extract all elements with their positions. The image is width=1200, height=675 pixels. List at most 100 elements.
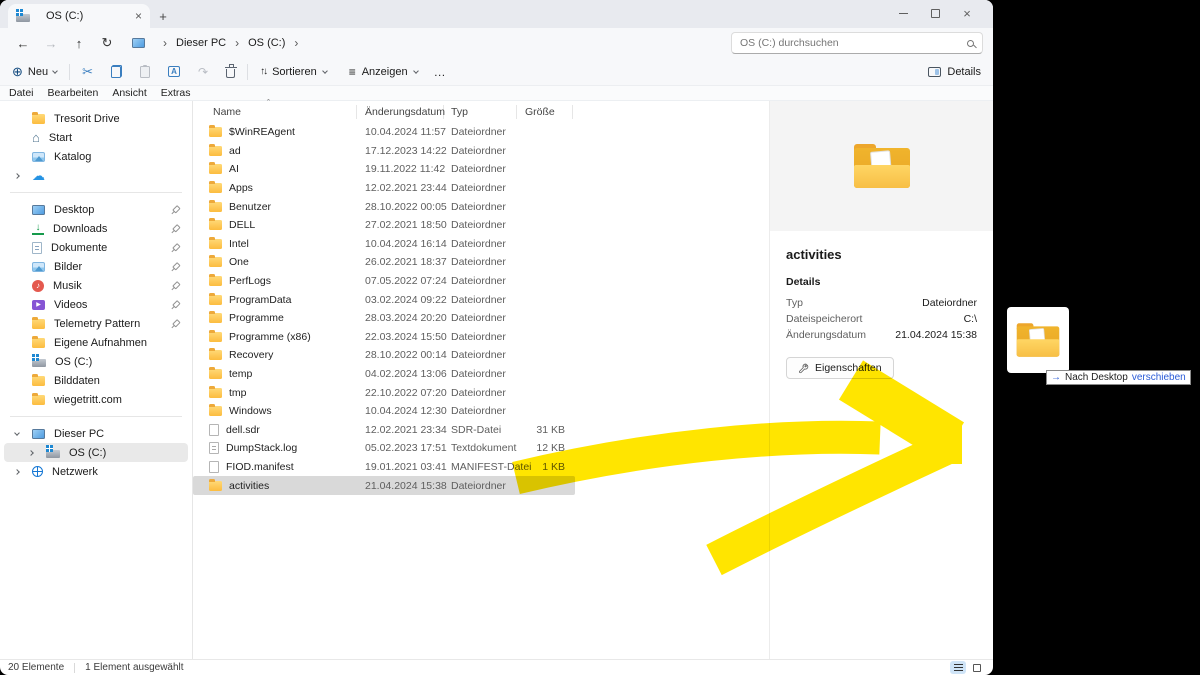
file-type-cell: Dateiordner [444, 349, 517, 361]
new-icon: ⊕ [12, 64, 23, 80]
up-button[interactable]: ↑ [66, 31, 92, 55]
sidebar-item-dieser-pc[interactable]: Dieser PC [4, 424, 188, 443]
file-name-cell: One [209, 256, 357, 268]
file-name-cell: FIOD.manifest [209, 461, 357, 473]
back-button[interactable]: ← [10, 31, 36, 55]
sidebar-item-tresorit-drive[interactable]: Tresorit Drive [4, 109, 188, 128]
table-row[interactable]: Apps12.02.2021 23:44Dateiordner [193, 179, 575, 198]
table-row[interactable]: Programme28.03.2024 20:20Dateiordner [193, 309, 575, 328]
breadcrumb-item[interactable]: OS (C:) [248, 37, 285, 49]
sidebar-item-desktop[interactable]: Desktop [4, 200, 188, 219]
new-button[interactable]: ⊕ Neu [12, 64, 57, 80]
file-type-cell: Dateiordner [444, 480, 517, 492]
icons-view-button[interactable] [969, 661, 985, 674]
maximize-button[interactable] [919, 0, 951, 26]
details-pane-toggle[interactable]: Details [928, 66, 981, 78]
chevron-down-icon [413, 68, 419, 74]
tab-close-icon[interactable]: × [135, 10, 142, 22]
delete-icon[interactable] [226, 69, 235, 78]
table-row[interactable]: Recovery28.10.2022 00:14Dateiordner [193, 346, 575, 365]
table-row[interactable]: ad17.12.2023 14:22Dateiordner [193, 142, 575, 161]
details-view-button[interactable] [950, 661, 966, 674]
search-input[interactable]: OS (C:) durchsuchen [740, 37, 961, 49]
table-row[interactable]: DELL27.02.2021 18:50Dateiordner [193, 216, 575, 235]
menu-item-bearbeiten[interactable]: Bearbeiten [41, 87, 106, 99]
table-row[interactable]: $WinREAgent10.04.2024 11:57Dateiordner [193, 123, 575, 142]
table-row[interactable]: One26.02.2021 18:37Dateiordner [193, 253, 575, 272]
search-box[interactable]: OS (C:) durchsuchen [731, 32, 983, 54]
column-header-date[interactable]: Änderungsdatum [357, 105, 444, 119]
view-button[interactable]: ≡ Anzeigen [349, 65, 418, 79]
table-row[interactable]: ProgramData03.02.2024 09:22Dateiordner [193, 290, 575, 309]
refresh-button[interactable]: ↻ [94, 31, 120, 55]
dragged-folder[interactable] [1007, 307, 1069, 373]
sidebar-item-cloud[interactable] [4, 166, 188, 185]
sidebar-item-dokumente[interactable]: Dokumente [4, 238, 188, 257]
sort-button[interactable]: ↑↓ Sortieren [260, 66, 327, 78]
file-rows: $WinREAgent10.04.2024 11:57Dateiordnerad… [193, 123, 769, 495]
sidebar-item-label: Dokumente [51, 242, 107, 254]
column-header-type[interactable]: Typ [444, 105, 517, 119]
column-header-size[interactable]: Größe [517, 105, 573, 119]
file-explorer-window: OS (C:) × + × ← → ↑ ↻ ›Dieser PC›OS (C:)… [0, 0, 993, 675]
file-name-cell: Windows [209, 405, 357, 417]
sidebar-item-musik[interactable]: Musik [4, 276, 188, 295]
menu-item-ansicht[interactable]: Ansicht [105, 87, 153, 99]
table-row[interactable]: activities21.04.2024 15:38Dateiordner [193, 476, 575, 495]
close-button[interactable]: × [951, 0, 983, 26]
table-row[interactable]: Programme (x86)22.03.2024 15:50Dateiordn… [193, 328, 575, 347]
folder-icon [209, 332, 222, 342]
menu-item-extras[interactable]: Extras [154, 87, 198, 99]
table-row[interactable]: FIOD.manifest19.01.2021 03:41MANIFEST-Da… [193, 458, 575, 477]
table-row[interactable]: Benutzer28.10.2022 00:05Dateiordner [193, 197, 575, 216]
tab-os-c[interactable]: OS (C:) × [8, 4, 150, 28]
forward-button[interactable]: → [38, 31, 64, 55]
minimize-button[interactable] [887, 0, 919, 26]
folder-icon [32, 338, 45, 348]
copy-icon[interactable] [111, 65, 122, 78]
folder-preview-icon [854, 144, 910, 188]
table-row[interactable]: Windows10.04.2024 12:30Dateiordner [193, 402, 575, 421]
sidebar-item-bilder[interactable]: Bilder [4, 257, 188, 276]
sidebar-item-label: Eigene Aufnahmen [54, 337, 147, 349]
move-arrow-icon: → [1051, 372, 1061, 383]
sidebar-item-katalog[interactable]: Katalog [4, 147, 188, 166]
sidebar-item-wiegetritt-com[interactable]: wiegetritt.com [4, 390, 188, 409]
table-row[interactable]: tmp22.10.2022 07:20Dateiordner [193, 383, 575, 402]
chevron-down-icon[interactable] [14, 430, 20, 436]
more-options-button[interactable]: … [434, 65, 447, 79]
sidebar-item-label: Bilddaten [54, 375, 100, 387]
sidebar-item-downloads[interactable]: Downloads [4, 219, 188, 238]
table-row[interactable]: dell.sdr12.02.2021 23:34SDR-Datei31 KB [193, 421, 575, 440]
sidebar-item-os-c-[interactable]: OS (C:) [4, 352, 188, 371]
breadcrumb-item[interactable]: Dieser PC [176, 37, 226, 49]
table-row[interactable]: Intel10.04.2024 16:14Dateiordner [193, 235, 575, 254]
sidebar-item-netzwerk[interactable]: Netzwerk [4, 462, 188, 481]
chevron-right-icon[interactable] [28, 450, 34, 456]
sidebar-item-eigene-aufnahmen[interactable]: Eigene Aufnahmen [4, 333, 188, 352]
sidebar-item-telemetry-pattern[interactable]: Telemetry Pattern [4, 314, 188, 333]
sidebar-item-os-c-[interactable]: OS (C:) [4, 443, 188, 462]
new-tab-button[interactable]: + [150, 4, 176, 28]
folder-icon [209, 406, 222, 416]
table-row[interactable]: PerfLogs07.05.2022 07:24Dateiordner [193, 272, 575, 291]
column-header-name[interactable]: Name ˆ [209, 105, 357, 119]
sidebar-item-bilddaten[interactable]: Bilddaten [4, 371, 188, 390]
table-row[interactable]: temp04.02.2024 13:06Dateiordner [193, 365, 575, 384]
sidebar-item-videos[interactable]: Videos [4, 295, 188, 314]
paste-icon[interactable] [140, 66, 150, 78]
video-icon [32, 300, 45, 310]
chevron-right-icon[interactable] [14, 469, 20, 475]
table-row[interactable]: DumpStack.log05.02.2023 17:51Textdokumen… [193, 439, 575, 458]
table-row[interactable]: AI19.11.2022 11:42Dateiordner [193, 160, 575, 179]
file-name-cell: PerfLogs [209, 275, 357, 287]
chevron-right-icon[interactable] [14, 173, 20, 179]
menu-item-datei[interactable]: Datei [2, 87, 41, 99]
cut-icon[interactable]: ✂ [82, 65, 93, 78]
properties-button[interactable]: Eigenschaften [786, 357, 894, 379]
rename-icon[interactable] [168, 66, 180, 77]
navigation-bar: ← → ↑ ↻ ›Dieser PC›OS (C:)› OS (C:) durc… [0, 28, 993, 58]
share-icon[interactable]: ↷ [198, 66, 208, 78]
pin-icon [168, 221, 182, 235]
sidebar-item-start[interactable]: Start [4, 128, 188, 147]
